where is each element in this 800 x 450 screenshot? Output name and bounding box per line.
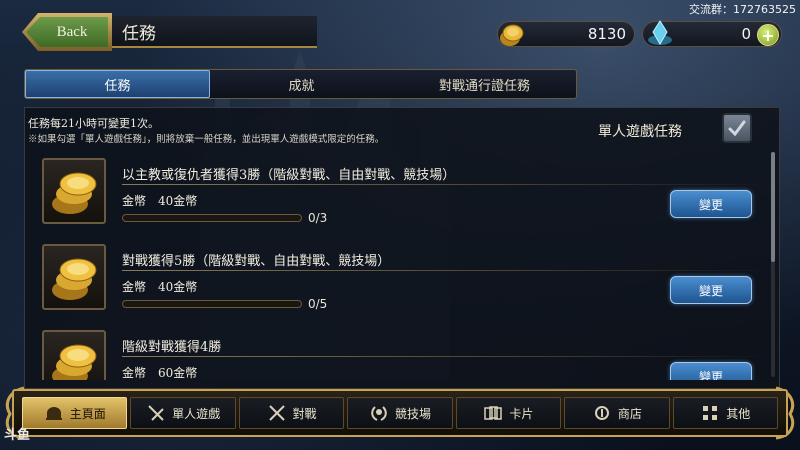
- nav-shop[interactable]: 商店: [564, 397, 670, 429]
- nav-label: 競技場: [394, 406, 431, 421]
- bottom-navigation: 主頁面 單人遊戲 對戰 競技場 卡片 商店 其他: [12, 389, 788, 437]
- tab-bar: 任務 成就 對戰通行證任務: [24, 69, 577, 99]
- watermark-text: 交流群：172763525: [689, 3, 796, 16]
- mission-change-info: 任務每21小時可變更1次。: [28, 117, 159, 130]
- crossed-swords-icon: [268, 405, 285, 421]
- divider: [122, 184, 770, 185]
- gold-counter: 8130: [497, 21, 635, 47]
- page-title: 任務: [112, 16, 317, 48]
- solo-mission-note: ※如果勾選「單人遊戲任務」，則將放棄一般任務，並出現單人遊戲模式限定的任務。: [28, 134, 385, 145]
- progress-bar: [122, 300, 302, 308]
- nav-cards[interactable]: 卡片: [455, 397, 562, 429]
- nav-solo[interactable]: 單人遊戲: [130, 397, 236, 429]
- nav-arena[interactable]: 競技場: [347, 397, 453, 429]
- nav-home[interactable]: 主頁面: [22, 397, 128, 429]
- gold-coin-icon: [500, 24, 524, 46]
- nav-battle[interactable]: 對戰: [238, 397, 345, 429]
- tab-missions[interactable]: 任務: [25, 70, 210, 98]
- tab-battle-pass-missions[interactable]: 對戰通行證任務: [393, 70, 576, 98]
- progress-text: 0/3: [308, 211, 328, 225]
- divider: [122, 356, 770, 357]
- change-mission-button[interactable]: 變更: [670, 362, 752, 380]
- back-button[interactable]: Back: [26, 17, 108, 47]
- nav-label: 卡片: [509, 406, 534, 421]
- nav-label: 其他: [726, 406, 751, 421]
- crystal-amount: 0: [741, 25, 751, 43]
- other-icon: [703, 406, 718, 420]
- solo-swords-icon: [148, 405, 164, 421]
- shop-icon: [594, 406, 609, 420]
- mission-reward: 金幣 40金幣: [122, 280, 198, 294]
- gold-coins-icon: [42, 244, 106, 310]
- nav-label: 對戰: [292, 406, 317, 421]
- broadcast-logo: 斗鱼: [4, 428, 31, 443]
- solo-mission-label: 單人遊戲任務: [598, 124, 682, 140]
- scrollbar-thumb[interactable]: [771, 152, 775, 262]
- cards-icon: [484, 406, 503, 420]
- mission-title: 階級對戰獲得4勝: [122, 340, 222, 355]
- gold-coins-icon: [42, 330, 106, 380]
- crystal-counter: 0 +: [642, 20, 782, 47]
- nav-label: 單人遊戲: [172, 406, 221, 421]
- solo-mission-checkbox[interactable]: [722, 113, 752, 143]
- mission-title: 以主教或復仇者獲得3勝（階級對戰、自由對戰、競技場）: [122, 168, 456, 183]
- mission-list-scrollbar[interactable]: [771, 152, 775, 377]
- mission-reward: 金幣 40金幣: [122, 194, 198, 208]
- add-crystals-button[interactable]: +: [757, 24, 779, 46]
- mission-reward: 金幣 60金幣: [122, 366, 198, 380]
- mission-item: 階級對戰獲得4勝 金幣 60金幣 變更: [36, 322, 770, 380]
- divider: [122, 270, 770, 271]
- crystal-icon: [648, 20, 672, 45]
- gold-coins-icon: [42, 158, 106, 224]
- progress-bar: [122, 214, 302, 222]
- nav-label: 主頁面: [69, 406, 106, 421]
- nav-label: 商店: [617, 406, 642, 421]
- change-mission-button[interactable]: 變更: [670, 276, 752, 304]
- gold-amount: 8130: [587, 25, 626, 43]
- change-mission-button[interactable]: 變更: [670, 190, 752, 218]
- mission-item: 對戰獲得5勝（階級對戰、自由對戰、競技場） 金幣 40金幣 0/5 變更: [36, 236, 770, 316]
- nav-other[interactable]: 其他: [672, 397, 778, 429]
- tab-achievements[interactable]: 成就: [210, 70, 393, 98]
- mission-item: 以主教或復仇者獲得3勝（階級對戰、自由對戰、競技場） 金幣 40金幣 0/3 變…: [36, 150, 770, 230]
- checkmark-icon: [728, 120, 746, 137]
- home-icon: [45, 407, 62, 420]
- laurel-icon: [371, 406, 387, 421]
- progress-text: 0/5: [308, 297, 328, 311]
- mission-title: 對戰獲得5勝（階級對戰、自由對戰、競技場）: [122, 254, 391, 269]
- mission-list: 以主教或復仇者獲得3勝（階級對戰、自由對戰、競技場） 金幣 40金幣 0/3 變…: [36, 150, 770, 380]
